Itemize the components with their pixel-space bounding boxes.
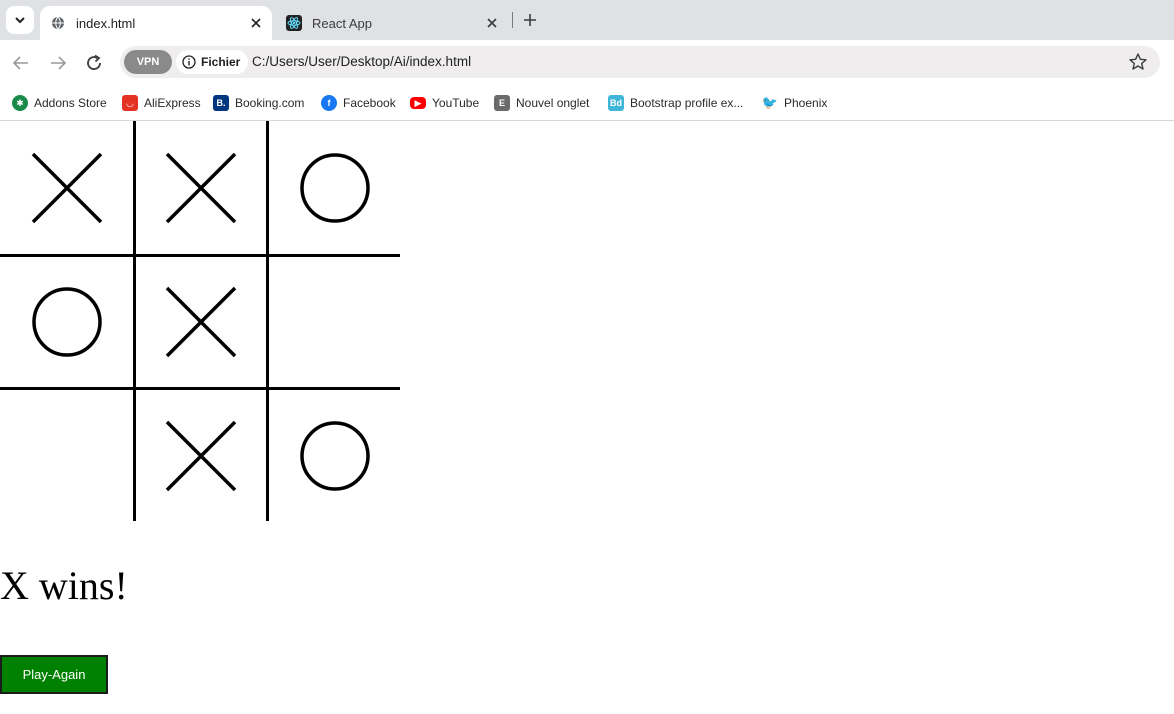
bookmark-label: YouTube — [432, 96, 480, 110]
plus-icon — [524, 14, 536, 26]
bookmark-addons-store[interactable]: ✱ Addons Store — [12, 92, 107, 114]
bootstrap-icon: Bd — [608, 95, 624, 111]
play-again-button[interactable]: Play-Again — [0, 655, 108, 694]
url-text[interactable]: C:/Users/User/Desktop/Ai/index.html — [252, 46, 471, 78]
bookmark-label: Phoenix — [784, 96, 828, 110]
o-mark — [31, 287, 102, 357]
board-cell-8[interactable] — [266, 387, 400, 521]
tab-search-button[interactable] — [6, 6, 34, 34]
board-cell-6[interactable] — [0, 387, 133, 521]
x-mark — [165, 152, 237, 223]
tab-index-html[interactable]: index.html — [40, 6, 272, 40]
bookmark-label: Bootstrap profile ex... — [630, 96, 744, 110]
tab-separator — [512, 12, 513, 28]
bookmark-bootstrap-profile[interactable]: Bd Bootstrap profile ex... — [608, 92, 743, 114]
tab-react-app[interactable]: React App — [280, 6, 508, 40]
bookmark-booking[interactable]: B. Booking.com — [213, 92, 304, 114]
booking-icon: B. — [213, 95, 229, 111]
bookmarks-bar: ✱ Addons Store ◡ AliExpress B. Booking.c… — [0, 86, 1174, 121]
board-cell-0[interactable] — [0, 121, 133, 254]
bookmark-label: Facebook — [343, 96, 396, 110]
x-mark — [31, 152, 102, 223]
info-icon — [182, 55, 196, 69]
vpn-label: VPN — [136, 56, 160, 68]
new-tab-button[interactable] — [520, 10, 540, 30]
board-cell-1[interactable] — [133, 121, 266, 254]
board-cell-3[interactable] — [0, 254, 133, 387]
react-icon — [286, 15, 302, 31]
addons-store-icon: ✱ — [12, 95, 28, 111]
aliexpress-icon: ◡ — [122, 95, 138, 111]
facebook-icon: f — [321, 95, 337, 111]
bookmark-star-icon[interactable] — [1128, 52, 1148, 72]
bookmark-nouvel-onglet[interactable]: E Nouvel onglet — [494, 92, 589, 114]
reload-button[interactable] — [83, 52, 105, 74]
bookmark-label: AliExpress — [144, 96, 201, 110]
reload-icon — [87, 54, 101, 70]
tab-title: index.html — [76, 15, 136, 31]
bookmark-facebook[interactable]: f Facebook — [321, 92, 396, 114]
globe-icon — [50, 15, 66, 31]
bookmark-aliexpress[interactable]: ◡ AliExpress — [122, 92, 201, 114]
phoenix-icon: 🐦 — [761, 95, 779, 110]
new-tab-icon: E — [494, 95, 510, 111]
site-chip-label: Fichier — [201, 55, 241, 69]
bookmark-phoenix[interactable]: 🐦 Phoenix — [762, 92, 827, 114]
arrow-right-icon — [51, 56, 67, 70]
board-cell-4[interactable] — [133, 254, 266, 387]
bookmark-youtube[interactable]: ▶ YouTube — [410, 92, 479, 114]
close-icon[interactable] — [246, 13, 266, 33]
x-mark — [165, 286, 237, 358]
tic-tac-toe-board — [0, 121, 400, 521]
vpn-badge[interactable]: VPN — [124, 50, 172, 74]
forward-button[interactable] — [47, 52, 69, 74]
board-cell-2[interactable] — [266, 121, 400, 254]
youtube-icon: ▶ — [410, 97, 426, 109]
arrow-left-icon — [12, 56, 28, 70]
bookmark-label: Booking.com — [235, 96, 305, 110]
tab-strip: index.html React App — [0, 0, 1174, 40]
x-mark — [165, 420, 237, 491]
bookmark-label: Addons Store — [34, 96, 107, 110]
bookmark-label: Nouvel onglet — [516, 96, 590, 110]
close-icon[interactable] — [482, 13, 502, 33]
address-bar[interactable]: VPN Fichier C:/Users/User/Desktop/Ai/ind… — [120, 46, 1160, 78]
o-mark — [299, 152, 370, 223]
o-mark — [299, 420, 370, 491]
chevron-down-icon — [15, 17, 25, 24]
board-cell-7[interactable] — [133, 387, 266, 521]
browser-toolbar: VPN Fichier C:/Users/User/Desktop/Ai/ind… — [0, 40, 1174, 86]
board-cell-5[interactable] — [266, 254, 400, 387]
tab-title: React App — [312, 15, 372, 31]
game-status-text: X wins! — [0, 563, 128, 608]
back-button[interactable] — [10, 52, 32, 74]
site-info-chip[interactable]: Fichier — [176, 50, 249, 74]
